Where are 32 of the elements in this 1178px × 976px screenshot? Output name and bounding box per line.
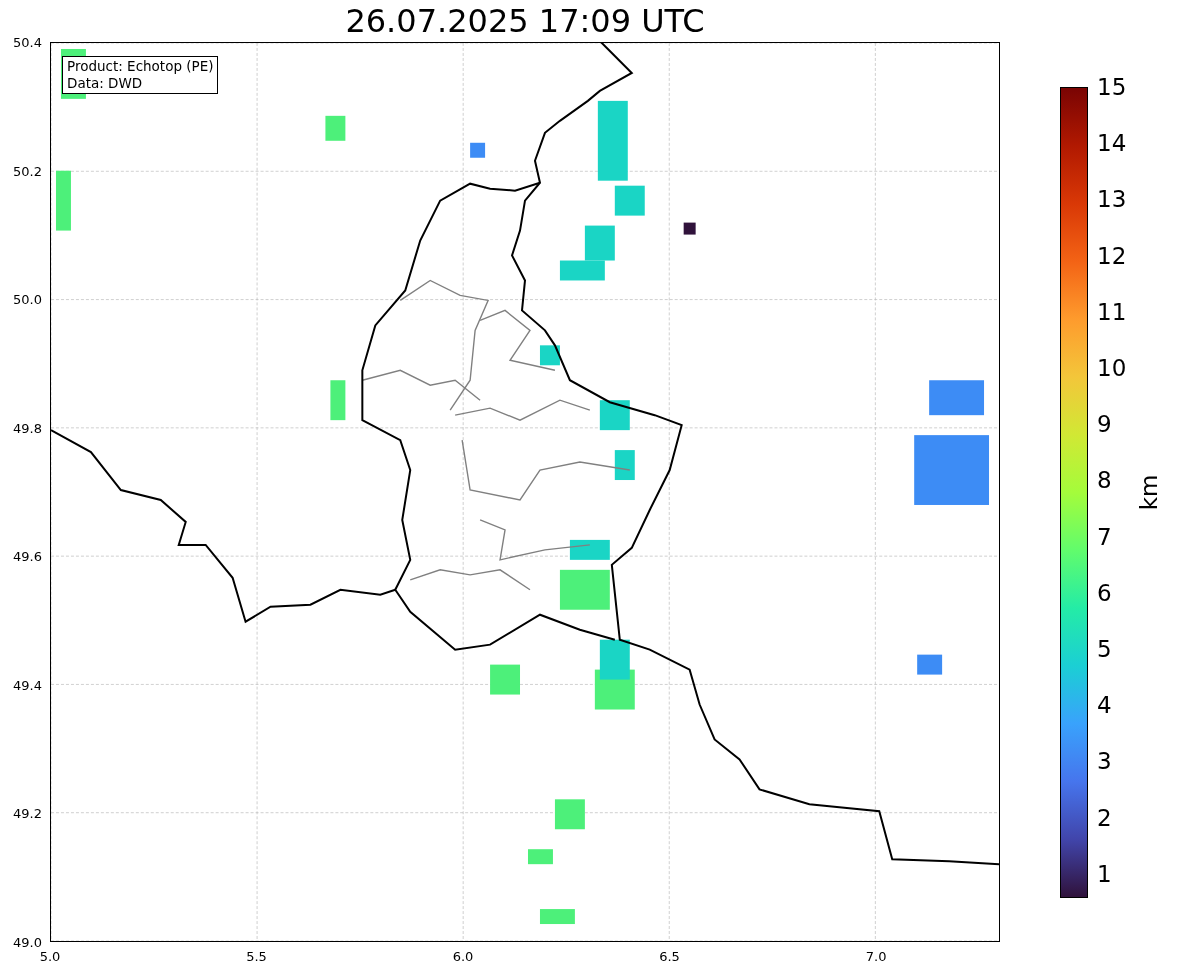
y-axis-tick-label: 49.6 [13, 549, 42, 563]
x-axis-tick-label: 5.5 [246, 950, 267, 963]
y-axis-tick-label: 50.2 [13, 164, 42, 178]
colorbar-tick-label: 15 [1096, 75, 1127, 99]
colorbar-tick-label: 13 [1096, 187, 1127, 212]
legend-text: Data: DWD [67, 74, 144, 92]
x-axis-tick-label: 5.0 [39, 950, 61, 963]
x-axis-tick-label: 6.0 [452, 950, 474, 963]
colorbar-tick-label: 11 [1096, 299, 1127, 324]
y-axis-tick-label: 50.4 [13, 35, 42, 49]
colorbar-tick-label: 14 [1096, 131, 1127, 156]
y-axis-tick-label: 50.0 [13, 292, 42, 306]
colorbar-tick-label: 5 [1096, 637, 1113, 662]
y-axis-tick-label: 49.0 [13, 935, 42, 949]
colorbar-tick-label: 1 [1096, 861, 1113, 886]
colorbar-tick-label: 6 [1096, 580, 1113, 605]
colorbar-tick-label: 8 [1096, 468, 1113, 493]
colorbar-tick-label: 12 [1096, 243, 1127, 268]
chart-title: 26.07.2025 17:09 UTC [344, 1, 706, 42]
x-axis-tick-label: 6.5 [659, 950, 680, 963]
colorbar-tick-label: 4 [1096, 693, 1113, 718]
colorbar-tick-label: 3 [1096, 749, 1113, 774]
y-axis-tick-label: 49.2 [13, 806, 42, 820]
colorbar-tick-label: 10 [1096, 356, 1127, 380]
colorbar-label: km [1138, 474, 1162, 511]
y-axis-tick-label: 49.4 [13, 678, 42, 692]
colorbar-tick-label: 9 [1096, 412, 1113, 437]
colorbar-tick-label: 2 [1096, 805, 1113, 830]
x-axis-tick-label: 7.0 [865, 950, 887, 963]
colorbar-tick-label: 7 [1096, 524, 1113, 549]
y-axis-tick-label: 49.8 [13, 421, 42, 435]
legend-text: Product: Echotop (PE) [67, 58, 214, 75]
